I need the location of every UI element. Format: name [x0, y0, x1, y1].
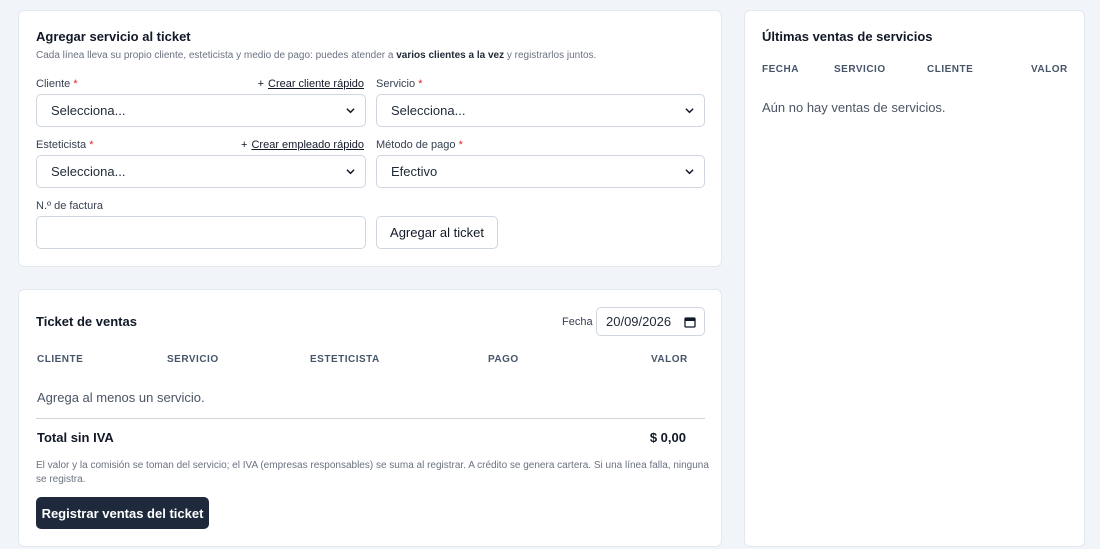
invoice-input[interactable] [36, 216, 366, 249]
ticket-col-payment: PAGO [488, 354, 519, 365]
add-service-card: Agregar servicio al ticket Cada línea ll… [18, 10, 722, 267]
date-input[interactable]: 20/09/2026 [596, 307, 705, 336]
recent-col-date: FECHA [762, 64, 799, 75]
chevron-down-icon [346, 108, 355, 114]
register-sales-button[interactable]: Registrar ventas del ticket [36, 497, 209, 529]
date-label: Fecha [562, 316, 593, 328]
service-select[interactable]: Selecciona... [376, 94, 705, 127]
ticket-card: Ticket de ventas Fecha 20/09/2026 CLIENT… [18, 289, 722, 547]
total-value: $ 0,00 [649, 430, 686, 445]
calendar-icon [684, 317, 696, 328]
ticket-col-stylist: ESTETICISTA [310, 354, 380, 365]
ticket-col-client: CLIENTE [37, 354, 84, 365]
chevron-down-icon [685, 169, 694, 175]
add-service-title: Agregar servicio al ticket [36, 29, 191, 44]
ticket-title: Ticket de ventas [36, 314, 137, 329]
ticket-col-value: VALOR [651, 354, 688, 365]
add-to-ticket-button[interactable]: Agregar al ticket [376, 216, 498, 249]
plus-icon: + [241, 139, 248, 151]
ticket-note: El valor y la comisión se toman del serv… [36, 460, 709, 485]
chevron-down-icon [685, 108, 694, 114]
recent-empty-text: Aún no hay ventas de servicios. [762, 100, 946, 115]
recent-sales-title: Últimas ventas de servicios [762, 29, 933, 44]
create-client-link[interactable]: + Crear cliente rápido [258, 78, 364, 90]
ticket-empty-text: Agrega al menos un servicio. [37, 390, 205, 405]
stylist-select[interactable]: Selecciona... [36, 155, 366, 188]
recent-sales-card: Últimas ventas de servicios FECHA SERVIC… [744, 10, 1085, 547]
recent-col-value: VALOR [1031, 64, 1068, 75]
stylist-label: Esteticista * [36, 139, 94, 151]
add-service-subtitle: Cada línea lleva su propio cliente, este… [36, 50, 597, 61]
total-divider [36, 418, 705, 419]
client-label: Cliente * [36, 78, 78, 90]
recent-col-service: SERVICIO [834, 64, 886, 75]
client-select[interactable]: Selecciona... [36, 94, 366, 127]
invoice-label: N.º de factura [36, 200, 103, 212]
ticket-col-service: SERVICIO [167, 354, 219, 365]
service-label: Servicio * [376, 78, 423, 90]
total-label: Total sin IVA [37, 430, 114, 445]
plus-icon: + [257, 78, 264, 90]
create-employee-link[interactable]: + Crear empleado rápido [241, 139, 364, 151]
payment-select[interactable]: Efectivo [376, 155, 705, 188]
payment-label: Método de pago * [376, 139, 463, 151]
recent-col-client: CLIENTE [927, 64, 974, 75]
chevron-down-icon [346, 169, 355, 175]
